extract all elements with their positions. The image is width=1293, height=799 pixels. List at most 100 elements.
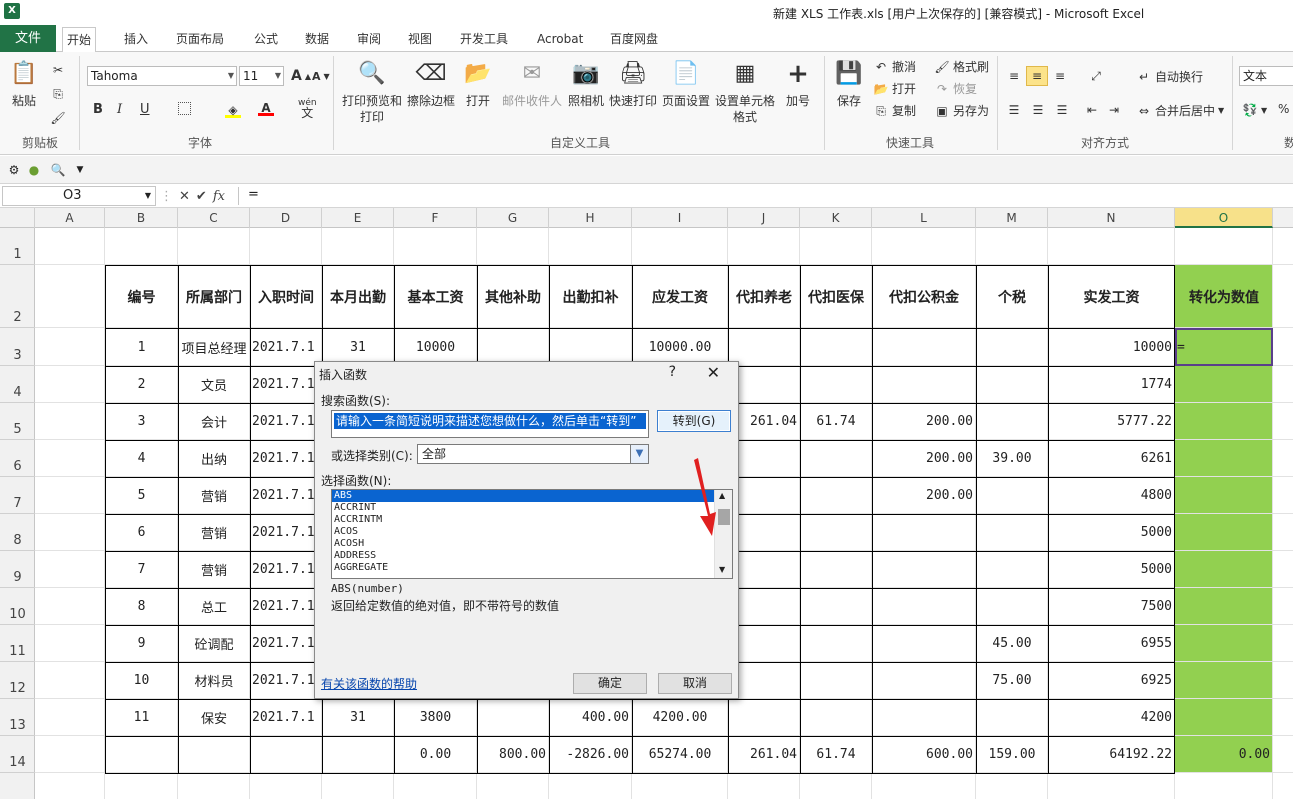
increase-indent-button[interactable]: ⇥ (1106, 102, 1122, 118)
column-header-n[interactable]: N (1048, 208, 1175, 228)
formula-input[interactable]: = (248, 187, 259, 202)
select-all-corner[interactable] (0, 208, 35, 228)
cell-b11[interactable]: 9 (105, 625, 178, 662)
tab-view[interactable]: 视图 (404, 27, 436, 52)
name-box[interactable]: O3 ▼ (2, 186, 156, 206)
tab-insert[interactable]: 插入 (120, 27, 152, 52)
cell-c6[interactable]: 出纳 (178, 440, 250, 477)
cell-b13[interactable]: 11 (105, 699, 178, 736)
function-list-item[interactable]: ABS (332, 490, 714, 502)
decrease-indent-button[interactable]: ⇤ (1084, 102, 1100, 118)
cell-d11[interactable]: 2021.7.1 (250, 625, 322, 662)
row-header-4[interactable]: 4 (0, 366, 35, 403)
cell-c4[interactable]: 文员 (178, 366, 250, 403)
cell-m2[interactable]: 个税 (976, 265, 1048, 328)
cell-d8[interactable]: 2021.7.1 (250, 514, 322, 551)
cell-f2[interactable]: 基本工资 (394, 265, 477, 328)
cell-n8[interactable]: 5000 (1048, 514, 1175, 551)
cell-m12[interactable]: 75.00 (976, 662, 1048, 699)
phonetic-button[interactable]: wén 文 (298, 98, 317, 119)
tab-file[interactable]: 文件 (0, 25, 56, 52)
open-button[interactable]: 📂 打开 (462, 58, 494, 109)
tab-formulas[interactable]: 公式 (250, 27, 282, 52)
customize-toolbar-icon[interactable]: ▼ (72, 162, 88, 178)
cell-n12[interactable]: 6925 (1048, 662, 1175, 699)
cell-f14[interactable]: 0.00 (394, 736, 477, 773)
cell-l5[interactable]: 200.00 (872, 403, 976, 440)
cell-b9[interactable]: 7 (105, 551, 178, 588)
cell-c12[interactable]: 材料员 (178, 662, 250, 699)
cell-i13[interactable]: 4200.00 (632, 699, 728, 736)
row-header-7[interactable]: 7 (0, 477, 35, 514)
cell-n11[interactable]: 6955 (1048, 625, 1175, 662)
column-header-f[interactable]: F (394, 208, 477, 228)
cell-c10[interactable]: 总工 (178, 588, 250, 625)
row-header-2[interactable]: 2 (0, 265, 35, 328)
cell-c7[interactable]: 营销 (178, 477, 250, 514)
bold-button[interactable]: B (93, 102, 103, 117)
cell-d9[interactable]: 2021.7.1 (250, 551, 322, 588)
tab-home[interactable]: 开始 (62, 27, 97, 53)
align-bottom-button[interactable]: ≡ (1052, 68, 1068, 84)
column-header-i[interactable]: I (632, 208, 728, 228)
cell-d4[interactable]: 2021.7.1 (250, 366, 322, 403)
align-left-button[interactable]: ☰ (1006, 102, 1022, 118)
column-header-a[interactable]: A (35, 208, 105, 228)
cell-b8[interactable]: 6 (105, 514, 178, 551)
cell-o3[interactable]: = (1175, 328, 1273, 366)
align-right-button[interactable]: ☰ (1054, 102, 1070, 118)
format-painter-button[interactable]: 🖌 (50, 110, 66, 126)
cell-j2[interactable]: 代扣养老 (728, 265, 800, 328)
cell-d6[interactable]: 2021.7.1 (250, 440, 322, 477)
cell-k14[interactable]: 61.74 (800, 736, 872, 773)
column-header-e[interactable]: E (322, 208, 394, 228)
toolbar-icon-2[interactable]: ● (26, 162, 42, 178)
cell-b5[interactable]: 3 (105, 403, 178, 440)
quick-print-button[interactable]: 🖨 快速打印 (608, 58, 658, 109)
cell-l6[interactable]: 200.00 (872, 440, 976, 477)
cell-c8[interactable]: 营销 (178, 514, 250, 551)
cell-n9[interactable]: 5000 (1048, 551, 1175, 588)
save-as-button[interactable]: ▣ 另存为 (934, 102, 989, 119)
function-list-item[interactable]: ACOS (332, 526, 714, 538)
cell-h2[interactable]: 出勤扣补 (549, 265, 632, 328)
page-setup-button[interactable]: 📄 页面设置 (660, 58, 712, 109)
column-header-l[interactable]: L (872, 208, 976, 228)
column-header-j[interactable]: J (728, 208, 800, 228)
font-color-button[interactable]: A (258, 100, 274, 116)
cell-c5[interactable]: 会计 (178, 403, 250, 440)
cell-b3[interactable]: 1 (105, 328, 178, 366)
cell-c2[interactable]: 所属部门 (178, 265, 250, 328)
ok-button[interactable]: 确定 (573, 673, 647, 694)
cell-d10[interactable]: 2021.7.1 (250, 588, 322, 625)
redo-button[interactable]: ↷ 恢复 (934, 80, 977, 97)
resize-handle-icon[interactable]: ⋮ (160, 189, 173, 204)
function-help-link[interactable]: 有关该函数的帮助 (321, 675, 417, 692)
cell-b7[interactable]: 5 (105, 477, 178, 514)
cell-e2[interactable]: 本月出勤 (322, 265, 394, 328)
cell-n7[interactable]: 4800 (1048, 477, 1175, 514)
grow-font-button[interactable]: A ▲ (291, 68, 311, 84)
paste-button[interactable]: 📋 粘贴 (6, 58, 42, 109)
align-top-button[interactable]: ≡ (1006, 68, 1022, 84)
cell-n10[interactable]: 7500 (1048, 588, 1175, 625)
cell-l2[interactable]: 代扣公积金 (872, 265, 976, 328)
column-header-k[interactable]: K (800, 208, 872, 228)
cell-d13[interactable]: 2021.7.1 (250, 699, 322, 736)
tab-baidu[interactable]: 百度网盘 (606, 27, 662, 52)
cell-m11[interactable]: 45.00 (976, 625, 1048, 662)
search-function-input[interactable]: 请输入一条简短说明来描述您想做什么，然后单击“转到” (331, 410, 649, 438)
fx-icon[interactable]: fx (213, 189, 225, 204)
cell-format-button[interactable]: ▦ 设置单元格格式 (714, 58, 776, 125)
number-format-combo[interactable]: 文本 (1239, 66, 1293, 86)
goto-button[interactable]: 转到(G) (657, 410, 731, 432)
cut-button[interactable]: ✂ (50, 62, 66, 78)
fill-color-button[interactable]: ◈ (225, 102, 241, 118)
cell-h13[interactable]: 400.00 (549, 699, 632, 736)
cell-b6[interactable]: 4 (105, 440, 178, 477)
row-header-14[interactable]: 14 (0, 736, 35, 773)
row-header-8[interactable]: 8 (0, 514, 35, 551)
mail-recipient-button[interactable]: ✉ 邮件收件人 (500, 58, 564, 109)
function-list-item[interactable]: AGGREGATE (332, 562, 714, 574)
cell-c3[interactable]: 项目总经理 (178, 328, 250, 366)
